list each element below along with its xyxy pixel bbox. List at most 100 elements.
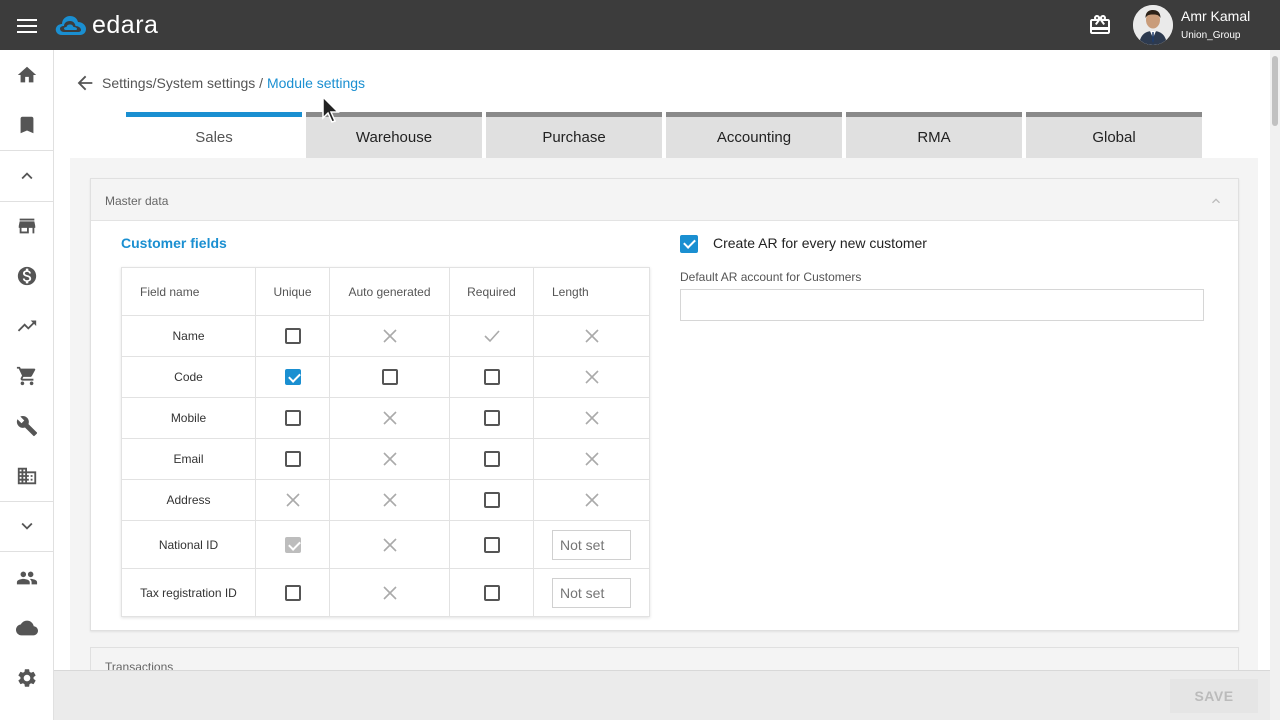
master-data-panel: Master data Customer fields Field name U… — [90, 178, 1239, 631]
user-name[interactable]: Amr Kamal — [1181, 8, 1250, 24]
unique-checkbox[interactable] — [284, 328, 301, 344]
required-cell — [449, 568, 534, 617]
field-name-cell: Tax registration ID — [121, 568, 256, 617]
column-header: Auto generated — [329, 267, 450, 316]
sidebar-building-icon[interactable] — [0, 451, 54, 501]
save-button[interactable]: SAVE — [1170, 679, 1258, 713]
sidebar-dollar-icon[interactable] — [0, 251, 54, 301]
not-applicable-icon — [382, 493, 397, 507]
required-checkbox[interactable] — [483, 584, 500, 601]
length-input[interactable] — [552, 529, 631, 560]
sidebar-store-icon[interactable] — [0, 201, 54, 251]
field-name-cell: Address — [121, 479, 256, 521]
customer-fields-title: Customer fields — [121, 235, 227, 251]
required-checkbox[interactable] — [483, 536, 500, 553]
unique-checkbox[interactable] — [284, 410, 301, 426]
auto-generated-cell — [329, 356, 450, 398]
length-input[interactable] — [552, 577, 631, 608]
sidebar — [0, 50, 54, 720]
not-applicable-icon — [285, 493, 300, 507]
sidebar-bookmark-icon[interactable] — [0, 100, 54, 150]
auto-generated-cell — [329, 438, 450, 480]
back-arrow-icon[interactable] — [74, 72, 96, 94]
top-bar: edara Amr Kamal Union_Group — [0, 0, 1280, 50]
gift-icon[interactable] — [1088, 13, 1112, 37]
create-ar-checkbox[interactable] — [680, 235, 698, 253]
sidebar-chevron-down-icon[interactable] — [0, 501, 54, 551]
tab-global[interactable]: Global — [1026, 112, 1202, 158]
required-cell — [449, 520, 534, 569]
unique-cell — [255, 397, 330, 439]
master-data-title: Master data — [105, 194, 169, 208]
logo[interactable]: edara — [54, 11, 158, 40]
required-checkbox[interactable] — [483, 410, 500, 426]
length-cell — [533, 520, 650, 569]
chevron-up-icon[interactable] — [1208, 193, 1224, 209]
unique-cell — [255, 356, 330, 398]
logo-text: edara — [92, 11, 159, 39]
not-applicable-icon — [382, 411, 397, 425]
table-row: Address — [121, 479, 650, 521]
tab-rma[interactable]: RMA — [846, 112, 1022, 158]
not-applicable-icon — [584, 370, 599, 384]
tab-accounting[interactable]: Accounting — [666, 112, 842, 158]
customer-fields-table: Field name Unique Auto generated Require… — [121, 267, 650, 617]
sidebar-home-icon[interactable] — [0, 50, 54, 100]
table-row: Tax registration ID — [121, 568, 650, 617]
required-checkbox[interactable] — [483, 369, 500, 385]
tab-sales[interactable]: Sales — [126, 112, 302, 158]
menu-icon[interactable] — [14, 15, 40, 35]
sidebar-cart-icon[interactable] — [0, 351, 54, 401]
create-ar-label: Create AR for every new customer — [713, 235, 927, 251]
breadcrumb-current[interactable]: Module settings — [267, 75, 365, 91]
unique-checkbox[interactable] — [284, 369, 301, 385]
field-name-cell: National ID — [121, 520, 256, 569]
table-row: National ID — [121, 520, 650, 569]
required-cell — [449, 356, 534, 398]
auto-generated-cell — [329, 479, 450, 521]
length-cell — [533, 438, 650, 480]
sidebar-cloud-icon[interactable] — [0, 603, 54, 653]
sidebar-gear-icon[interactable] — [0, 653, 54, 703]
auto-generated-checkbox[interactable] — [381, 369, 398, 385]
unique-checkbox[interactable] — [284, 584, 301, 601]
unique-cell — [255, 568, 330, 617]
not-applicable-icon — [584, 452, 599, 466]
tab-purchase[interactable]: Purchase — [486, 112, 662, 158]
auto-generated-cell — [329, 568, 450, 617]
not-applicable-icon — [584, 411, 599, 425]
default-ar-account-field[interactable] — [680, 289, 1204, 321]
sidebar-chevron-up-icon[interactable] — [0, 151, 54, 201]
unique-cell — [255, 479, 330, 521]
unique-checkbox — [284, 536, 301, 553]
column-header: Unique — [255, 267, 330, 316]
scrollbar[interactable] — [1270, 50, 1280, 720]
unique-cell — [255, 315, 330, 357]
sidebar-people-icon[interactable] — [0, 553, 54, 603]
length-cell — [533, 479, 650, 521]
scroll-thumb[interactable] — [1272, 56, 1278, 126]
required-cell — [449, 397, 534, 439]
not-applicable-icon — [382, 537, 397, 552]
auto-generated-cell — [329, 397, 450, 439]
field-name-cell: Email — [121, 438, 256, 480]
auto-generated-cell — [329, 520, 450, 569]
field-name-cell: Mobile — [121, 397, 256, 439]
master-data-header[interactable]: Master data — [91, 179, 1238, 221]
field-name-cell: Name — [121, 315, 256, 357]
required-checkbox[interactable] — [483, 451, 500, 467]
table-row: Name — [121, 315, 650, 357]
sidebar-wrench-icon[interactable] — [0, 401, 54, 451]
sidebar-trending-icon[interactable] — [0, 301, 54, 351]
always-required-icon — [483, 329, 500, 343]
footer-bar: SAVE — [54, 670, 1270, 720]
breadcrumb-path[interactable]: Settings/System settings / — [102, 75, 267, 91]
unique-checkbox[interactable] — [284, 451, 301, 467]
table-row: Code — [121, 356, 650, 398]
avatar[interactable] — [1133, 5, 1173, 45]
not-applicable-icon — [382, 329, 397, 343]
column-header: Required — [449, 267, 534, 316]
mouse-cursor-icon — [322, 96, 340, 123]
table-row: Mobile — [121, 397, 650, 439]
required-checkbox[interactable] — [483, 492, 500, 508]
